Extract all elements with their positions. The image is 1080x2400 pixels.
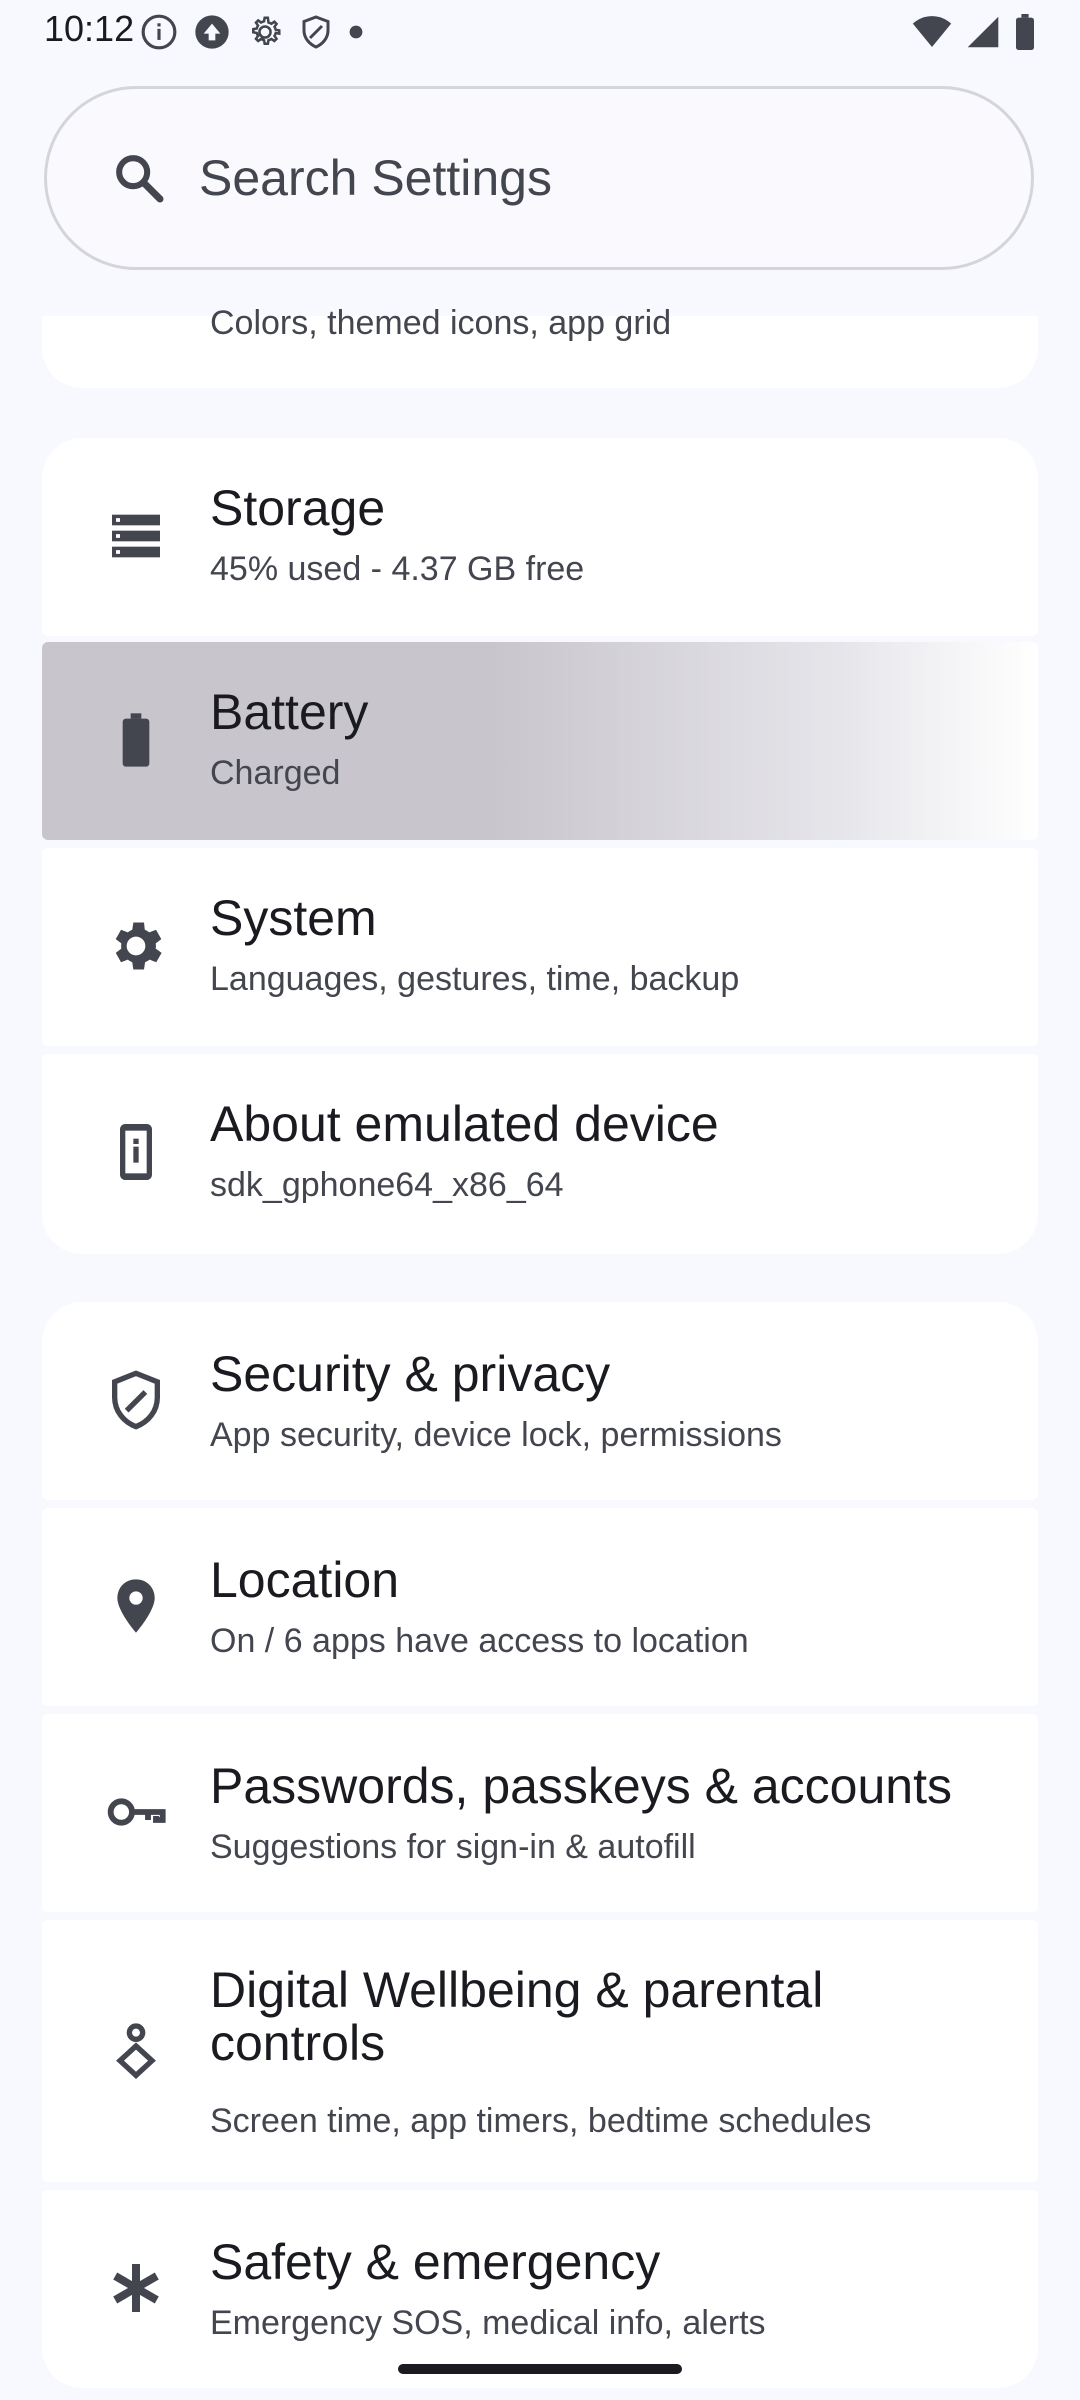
sync-app-icon <box>195 15 229 49</box>
row-subtitle: Charged <box>210 754 341 792</box>
settings-item-about-device[interactable]: About emulated device sdk_gphone64_x86_6… <box>42 1054 1038 1254</box>
settings-item-location[interactable]: Location On / 6 apps have access to loca… <box>42 1508 1038 1706</box>
cellular-signal-icon <box>967 16 999 48</box>
row-subtitle: Suggestions for sign-in & autofill <box>210 1828 696 1866</box>
gear-icon <box>115 922 162 970</box>
row-subtitle: On / 6 apps have access to location <box>210 1622 749 1660</box>
shield-status-icon <box>302 15 330 49</box>
gesture-navigation-handle[interactable] <box>398 2364 682 2374</box>
storage-icon <box>112 514 160 558</box>
row-title: Passwords, passkeys & accounts <box>210 1758 952 1814</box>
settings-item-digital-wellbeing[interactable]: Digital Wellbeing & parental controls Sc… <box>42 1920 1038 2182</box>
row-title: About emulated device <box>210 1096 719 1152</box>
shield-icon <box>112 1370 160 1430</box>
settings-item-security-privacy[interactable]: Security & privacy App security, device … <box>42 1302 1038 1500</box>
battery-icon <box>122 713 150 767</box>
battery-status-icon <box>1016 14 1034 50</box>
phone-info-icon <box>120 1124 152 1180</box>
more-notifications-dot-icon <box>349 25 363 39</box>
row-title: Location <box>210 1552 400 1608</box>
row-subtitle: Languages, gestures, time, backup <box>210 960 740 998</box>
wifi-icon <box>912 16 952 47</box>
row-subtitle: Emergency SOS, medical info, alerts <box>210 2304 766 2342</box>
settings-item-passwords-accounts[interactable]: Passwords, passkeys & accounts Suggestio… <box>42 1714 1038 1912</box>
row-subtitle: Screen time, app timers, bedtime schedul… <box>210 2102 872 2140</box>
settings-item-battery[interactable]: Battery Charged <box>42 642 1038 840</box>
settings-item-system[interactable]: System Languages, gestures, time, backup <box>42 848 1038 1046</box>
row-subtitle: sdk_gphone64_x86_64 <box>210 1166 564 1204</box>
search-settings-bar[interactable]: Search Settings <box>44 86 1034 270</box>
wellbeing-icon <box>116 2023 156 2079</box>
row-title: Battery <box>210 684 369 740</box>
settings-notification-icon <box>252 16 281 45</box>
row-title: System <box>210 890 377 946</box>
key-icon <box>107 1798 166 1826</box>
system-status-icons <box>912 14 1036 50</box>
row-subtitle: Colors, themed icons, app grid <box>210 304 672 342</box>
status-bar: 10:12 <box>0 0 1080 62</box>
settings-item-safety-emergency[interactable]: Safety & emergency Emergency SOS, medica… <box>42 2190 1038 2388</box>
info-icon <box>141 14 177 50</box>
row-title: Safety & emergency <box>210 2234 661 2290</box>
settings-item-wallpaper[interactable]: Colors, themed icons, app grid <box>42 304 1038 388</box>
row-title: Security & privacy <box>210 1346 611 1402</box>
row-subtitle: 45% used - 4.37 GB free <box>210 550 585 588</box>
status-time: 10:12 <box>44 8 135 49</box>
settings-item-storage[interactable]: Storage 45% used - 4.37 GB free <box>42 438 1038 636</box>
row-title: Digital Wellbeing & parental controls <box>210 1962 824 2071</box>
row-subtitle: App security, device lock, permissions <box>210 1416 782 1454</box>
notification-icons <box>140 12 364 52</box>
row-title: Storage <box>210 480 386 536</box>
location-pin-icon <box>117 1579 155 1633</box>
asterisk-icon <box>113 2264 159 2312</box>
search-icon <box>116 155 164 203</box>
search-placeholder: Search Settings <box>199 150 552 206</box>
